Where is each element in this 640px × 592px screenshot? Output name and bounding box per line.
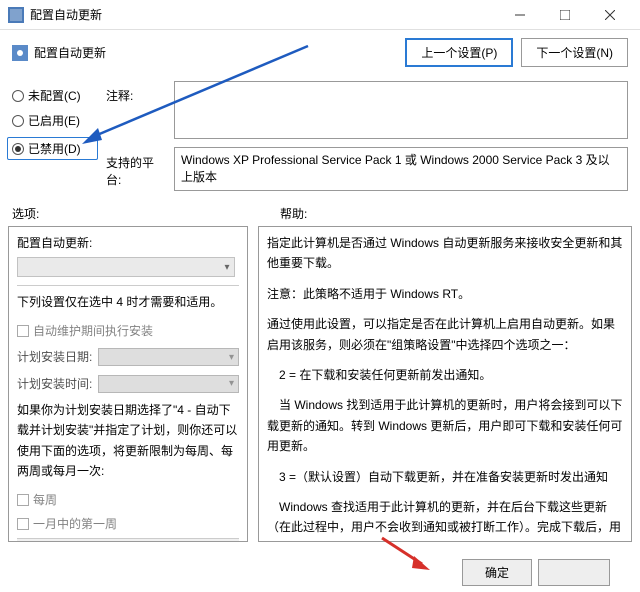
- maximize-button[interactable]: [542, 1, 587, 29]
- secondary-button[interactable]: [538, 559, 610, 586]
- help-text: Windows 查找适用于此计算机的更新，并在后台下载这些更新（在此过程中，用户…: [267, 497, 623, 542]
- options-scrollbar[interactable]: ◂: [17, 538, 239, 542]
- update-mode-select[interactable]: [17, 257, 235, 277]
- checkbox-icon: [17, 325, 29, 337]
- help-label: 帮助:: [262, 205, 628, 222]
- help-text: 2 = 在下载和安装任何更新前发出通知。: [267, 365, 623, 385]
- sched-time-label: 计划安装时间:: [17, 374, 92, 394]
- radio-icon: [12, 90, 24, 102]
- prev-setting-button[interactable]: 上一个设置(P): [405, 38, 513, 67]
- radio-not-configured[interactable]: 未配置(C): [12, 87, 98, 104]
- page-title: 配置自动更新: [34, 44, 106, 61]
- platform-value: Windows XP Professional Service Pack 1 或…: [174, 147, 628, 191]
- window-title: 配置自动更新: [30, 6, 497, 23]
- app-icon: [8, 7, 24, 23]
- radio-icon: [12, 115, 24, 127]
- minimize-button[interactable]: [497, 1, 542, 29]
- help-panel: 指定此计算机是否通过 Windows 自动更新服务来接收安全更新和其他重要下载。…: [258, 226, 632, 542]
- checkbox-icon: [17, 518, 29, 530]
- close-button[interactable]: [587, 1, 632, 29]
- radio-disabled[interactable]: 已禁用(D): [7, 137, 98, 160]
- checkbox-first-week[interactable]: 一月中的第一周: [17, 514, 239, 534]
- options-label: 选项:: [12, 205, 262, 222]
- help-text: 通过使用此设置，可以指定是否在此计算机上启用自动更新。如果启用该服务，则必须在"…: [267, 314, 623, 355]
- checkbox-weekly[interactable]: 每周: [17, 490, 239, 510]
- sched-time-select[interactable]: [98, 375, 239, 393]
- help-text: 当 Windows 找到适用于此计算机的更新时，用户将会接到可以下载更新的通知。…: [267, 395, 623, 456]
- radio-enabled[interactable]: 已启用(E): [12, 112, 98, 129]
- setting-icon: [12, 45, 28, 61]
- ok-button[interactable]: 确定: [462, 559, 532, 586]
- comment-label: 注释:: [106, 87, 166, 104]
- sched-note: 如果你为计划安装日期选择了"4 - 自动下载并计划安装"并指定了计划，则你还可以…: [17, 400, 239, 482]
- help-text: 3 =（默认设置）自动下载更新，并在准备安装更新时发出通知: [267, 467, 623, 487]
- help-text: 指定此计算机是否通过 Windows 自动更新服务来接收安全更新和其他重要下载。: [267, 233, 623, 274]
- next-setting-button[interactable]: 下一个设置(N): [521, 38, 628, 67]
- sched-date-select[interactable]: [98, 348, 239, 366]
- checkbox-maintenance[interactable]: 自动维护期间执行安装: [17, 321, 239, 341]
- help-text: 注意：此策略不适用于 Windows RT。: [267, 284, 623, 304]
- platform-label: 支持的平台:: [106, 154, 166, 188]
- options-note: 下列设置仅在选中 4 时才需要和适用。: [17, 292, 239, 312]
- options-title: 配置自动更新:: [17, 233, 239, 253]
- checkbox-icon: [17, 494, 29, 506]
- sched-date-label: 计划安装日期:: [17, 347, 92, 367]
- comment-input[interactable]: [174, 81, 628, 139]
- radio-icon: [12, 143, 24, 155]
- options-panel: 配置自动更新: 下列设置仅在选中 4 时才需要和适用。 自动维护期间执行安装 计…: [8, 226, 248, 542]
